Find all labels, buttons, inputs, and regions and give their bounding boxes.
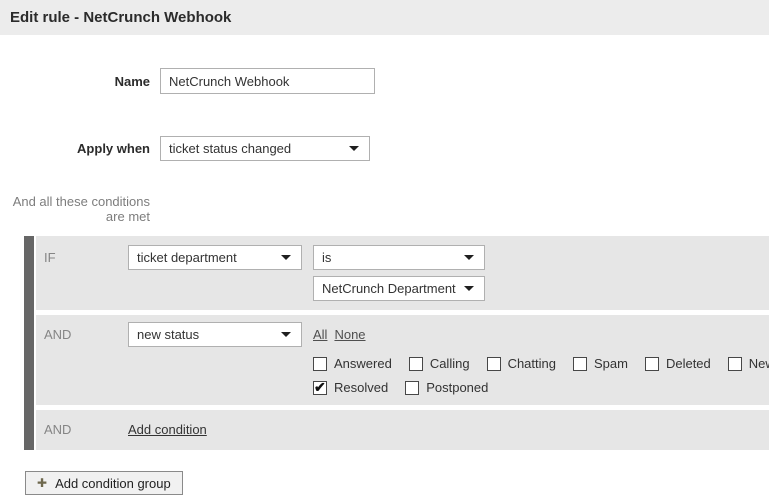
status-checkbox-deleted[interactable]: Deleted [645, 356, 711, 371]
footer: ✚ Add condition group [25, 471, 769, 495]
if-field-select[interactable]: ticket department [128, 245, 302, 270]
status-checkbox-label: Answered [334, 356, 392, 371]
and-label: AND [44, 422, 128, 437]
apply-when-select[interactable]: ticket status changed [160, 136, 370, 161]
status-checkbox-label: Postponed [426, 380, 488, 395]
checkbox-icon[interactable] [405, 381, 419, 395]
if-condition-section: IF ticket department is NetCrunch Depart… [36, 236, 769, 310]
status-checkbox-postponed[interactable]: Postponed [405, 380, 488, 395]
checkbox-icon[interactable] [487, 357, 501, 371]
and-add-section: AND Add condition [36, 410, 769, 450]
name-row: Name [0, 68, 769, 94]
name-input[interactable] [160, 68, 375, 94]
name-label: Name [0, 74, 160, 89]
if-operator-select[interactable]: is [313, 245, 485, 270]
checkbox-icon[interactable] [313, 381, 327, 395]
apply-when-selected-value: ticket status changed [169, 141, 291, 156]
plus-icon: ✚ [37, 477, 47, 489]
status-checkbox-spam[interactable]: Spam [573, 356, 628, 371]
status-checkbox-chatting[interactable]: Chatting [487, 356, 556, 371]
status-checkbox-new[interactable]: New [728, 356, 769, 371]
select-none-link[interactable]: None [334, 327, 365, 342]
add-condition-group-button[interactable]: ✚ Add condition group [25, 471, 183, 495]
chevron-down-icon [349, 146, 359, 151]
select-all-link[interactable]: All [313, 327, 327, 342]
and-field-select[interactable]: new status [128, 322, 302, 347]
apply-when-label: Apply when [0, 141, 160, 156]
checkbox-icon[interactable] [313, 357, 327, 371]
if-value-select[interactable]: NetCrunch Department [313, 276, 485, 301]
chevron-down-icon [464, 255, 474, 260]
condition-group-body: IF ticket department is NetCrunch Depart… [36, 236, 769, 450]
status-checkbox-calling[interactable]: Calling [409, 356, 470, 371]
status-checkbox-label: Calling [430, 356, 470, 371]
add-condition-link[interactable]: Add condition [128, 422, 207, 437]
and-status-section: AND new status All None Answered [36, 315, 769, 405]
chevron-down-icon [464, 286, 474, 291]
checkbox-icon[interactable] [645, 357, 659, 371]
condition-group-bar [24, 236, 34, 450]
conditions-note: And all these conditions are met [0, 194, 160, 224]
checkbox-icon[interactable] [573, 357, 587, 371]
status-checkbox-answered[interactable]: Answered [313, 356, 392, 371]
condition-group: IF ticket department is NetCrunch Depart… [0, 236, 769, 450]
and-label: AND [44, 322, 128, 342]
page-title: Edit rule - NetCrunch Webhook [0, 0, 769, 35]
if-field-selected-value: ticket department [137, 250, 237, 265]
status-checkbox-list: Answered Calling Chatting Spam [313, 356, 769, 395]
chevron-down-icon [281, 332, 291, 337]
apply-when-row: Apply when ticket status changed [0, 136, 769, 161]
if-operator-selected-value: is [322, 250, 331, 265]
status-checkbox-resolved[interactable]: Resolved [313, 380, 388, 395]
checkbox-icon[interactable] [728, 357, 742, 371]
status-checkbox-label: Deleted [666, 356, 711, 371]
status-checkbox-label: Spam [594, 356, 628, 371]
chevron-down-icon [281, 255, 291, 260]
and-field-selected-value: new status [137, 327, 199, 342]
checkbox-icon[interactable] [409, 357, 423, 371]
status-checkbox-label: New [749, 356, 769, 371]
status-checkbox-label: Resolved [334, 380, 388, 395]
if-label: IF [44, 245, 128, 265]
add-condition-group-label: Add condition group [55, 476, 171, 491]
status-checkbox-label: Chatting [508, 356, 556, 371]
if-value-selected-value: NetCrunch Department [322, 281, 456, 296]
